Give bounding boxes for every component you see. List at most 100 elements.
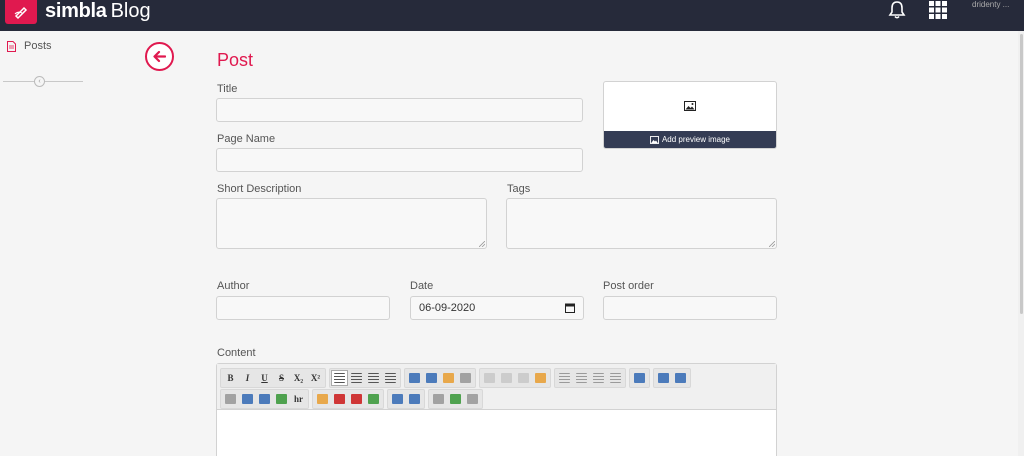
flash-icon[interactable]	[273, 391, 290, 407]
format-x-button[interactable]: X₂	[290, 370, 307, 386]
bg-color-icon-glyph	[426, 373, 437, 383]
align-justify-icon-glyph	[385, 373, 396, 383]
form-icon[interactable]	[222, 391, 239, 407]
remove-format-icon[interactable]	[457, 370, 474, 386]
add-preview-image-button[interactable]: Add preview image	[604, 131, 776, 148]
date-value: 06-09-2020	[419, 302, 476, 314]
indent-icon[interactable]	[607, 370, 624, 386]
document-icon	[7, 40, 16, 52]
toolbar-group	[554, 368, 626, 388]
align-center-icon-glyph	[351, 373, 362, 383]
image-icon	[650, 135, 659, 144]
numbered-list-icon-glyph	[576, 373, 587, 383]
remove-format-icon-glyph	[460, 373, 471, 383]
format-i-button[interactable]: I	[239, 370, 256, 386]
calendar-icon-glyph	[351, 394, 362, 404]
toolbar-group	[629, 368, 650, 388]
image-icon[interactable]	[239, 391, 256, 407]
form-icon-glyph	[225, 394, 236, 404]
page-name-label: Page Name	[217, 133, 276, 145]
align-center-icon[interactable]	[348, 370, 365, 386]
toolbar-group	[329, 368, 401, 388]
paste-icon[interactable]	[515, 370, 532, 386]
smiley-icon[interactable]	[314, 391, 331, 407]
cut-icon[interactable]	[481, 370, 498, 386]
date-label: Date	[410, 280, 434, 292]
paste-word-icon-glyph	[535, 373, 546, 383]
table-icon-glyph	[259, 394, 270, 404]
toolbar-group	[387, 389, 425, 409]
title-label: Title	[217, 83, 238, 95]
format-b-button[interactable]: B	[222, 370, 239, 386]
resize-handle-icon[interactable]	[769, 241, 775, 247]
apps-grid-icon[interactable]	[929, 1, 947, 24]
bullet-list-icon-glyph	[559, 373, 570, 383]
title-input[interactable]	[216, 98, 583, 122]
back-button[interactable]	[145, 42, 174, 71]
simbla-logo[interactable]	[5, 0, 37, 24]
top-bar: simbla Blog dridenty ...	[0, 0, 1024, 31]
format-hr-button[interactable]: hr	[290, 391, 307, 407]
paste-word-icon[interactable]	[532, 370, 549, 386]
align-right-icon-glyph	[368, 373, 379, 383]
maximize-icon[interactable]	[447, 391, 464, 407]
format-u-button[interactable]: U	[256, 370, 273, 386]
format-icon-glyph	[443, 373, 454, 383]
numbered-list-icon[interactable]	[573, 370, 590, 386]
rtl-icon[interactable]	[406, 391, 423, 407]
editor-toolbar: B I U S X₂ X² hr	[217, 364, 776, 410]
special-char-icon[interactable]	[365, 391, 382, 407]
calendar-icon[interactable]	[348, 391, 365, 407]
short-description-label: Short Description	[217, 183, 302, 195]
copy-icon[interactable]	[498, 370, 515, 386]
date-input[interactable]: 06-09-2020	[410, 296, 584, 320]
author-input[interactable]	[216, 296, 390, 320]
tags-textarea[interactable]	[506, 198, 777, 249]
align-left-icon[interactable]	[331, 370, 348, 386]
toolbar-group: hr	[220, 389, 309, 409]
short-description-textarea[interactable]	[216, 198, 487, 249]
indent-icon-glyph	[610, 373, 621, 383]
comment-icon[interactable]	[672, 370, 689, 386]
align-justify-icon[interactable]	[382, 370, 399, 386]
print-icon[interactable]	[430, 391, 447, 407]
preview-image-area[interactable]: Add preview image	[603, 81, 777, 149]
table-icon[interactable]	[256, 391, 273, 407]
user-menu[interactable]: dridenty ...	[972, 0, 1009, 9]
toolbar-group	[404, 368, 476, 388]
special-char-icon-glyph	[368, 394, 379, 404]
resize-handle-icon[interactable]	[479, 241, 485, 247]
bullet-list-icon[interactable]	[556, 370, 573, 386]
page-name-input[interactable]	[216, 148, 583, 172]
ltr-icon[interactable]	[389, 391, 406, 407]
preview-icon[interactable]	[464, 391, 481, 407]
outdent-icon-glyph	[593, 373, 604, 383]
link-icon-glyph	[634, 373, 645, 383]
text-color-icon[interactable]	[406, 370, 423, 386]
collapse-sidebar-chevron-left-icon[interactable]: ‹	[34, 76, 45, 87]
content-editor-body[interactable]	[217, 410, 776, 456]
print-icon-glyph	[433, 394, 444, 404]
youtube-icon[interactable]	[331, 391, 348, 407]
copy-icon-glyph	[501, 373, 512, 383]
sidebar-item-label: Posts	[24, 40, 52, 52]
source-icon[interactable]	[655, 370, 672, 386]
brand-name: simbla Blog	[45, 0, 151, 22]
format-s-button[interactable]: S	[273, 370, 290, 386]
bg-color-icon[interactable]	[423, 370, 440, 386]
content-label: Content	[217, 347, 256, 359]
scrollbar-thumb[interactable]	[1020, 34, 1023, 314]
outdent-icon[interactable]	[590, 370, 607, 386]
comment-icon-glyph	[675, 373, 686, 383]
post-order-input[interactable]	[603, 296, 777, 320]
pen-icon	[14, 6, 28, 20]
toolbar-group	[653, 368, 691, 388]
format-icon[interactable]	[440, 370, 457, 386]
source-icon-glyph	[658, 373, 669, 383]
calendar-icon[interactable]	[565, 303, 575, 313]
format-x-button[interactable]: X²	[307, 370, 324, 386]
align-right-icon[interactable]	[365, 370, 382, 386]
link-icon[interactable]	[631, 370, 648, 386]
sidebar-item-posts[interactable]: Posts	[7, 40, 52, 52]
notifications-bell-icon[interactable]	[887, 0, 907, 25]
